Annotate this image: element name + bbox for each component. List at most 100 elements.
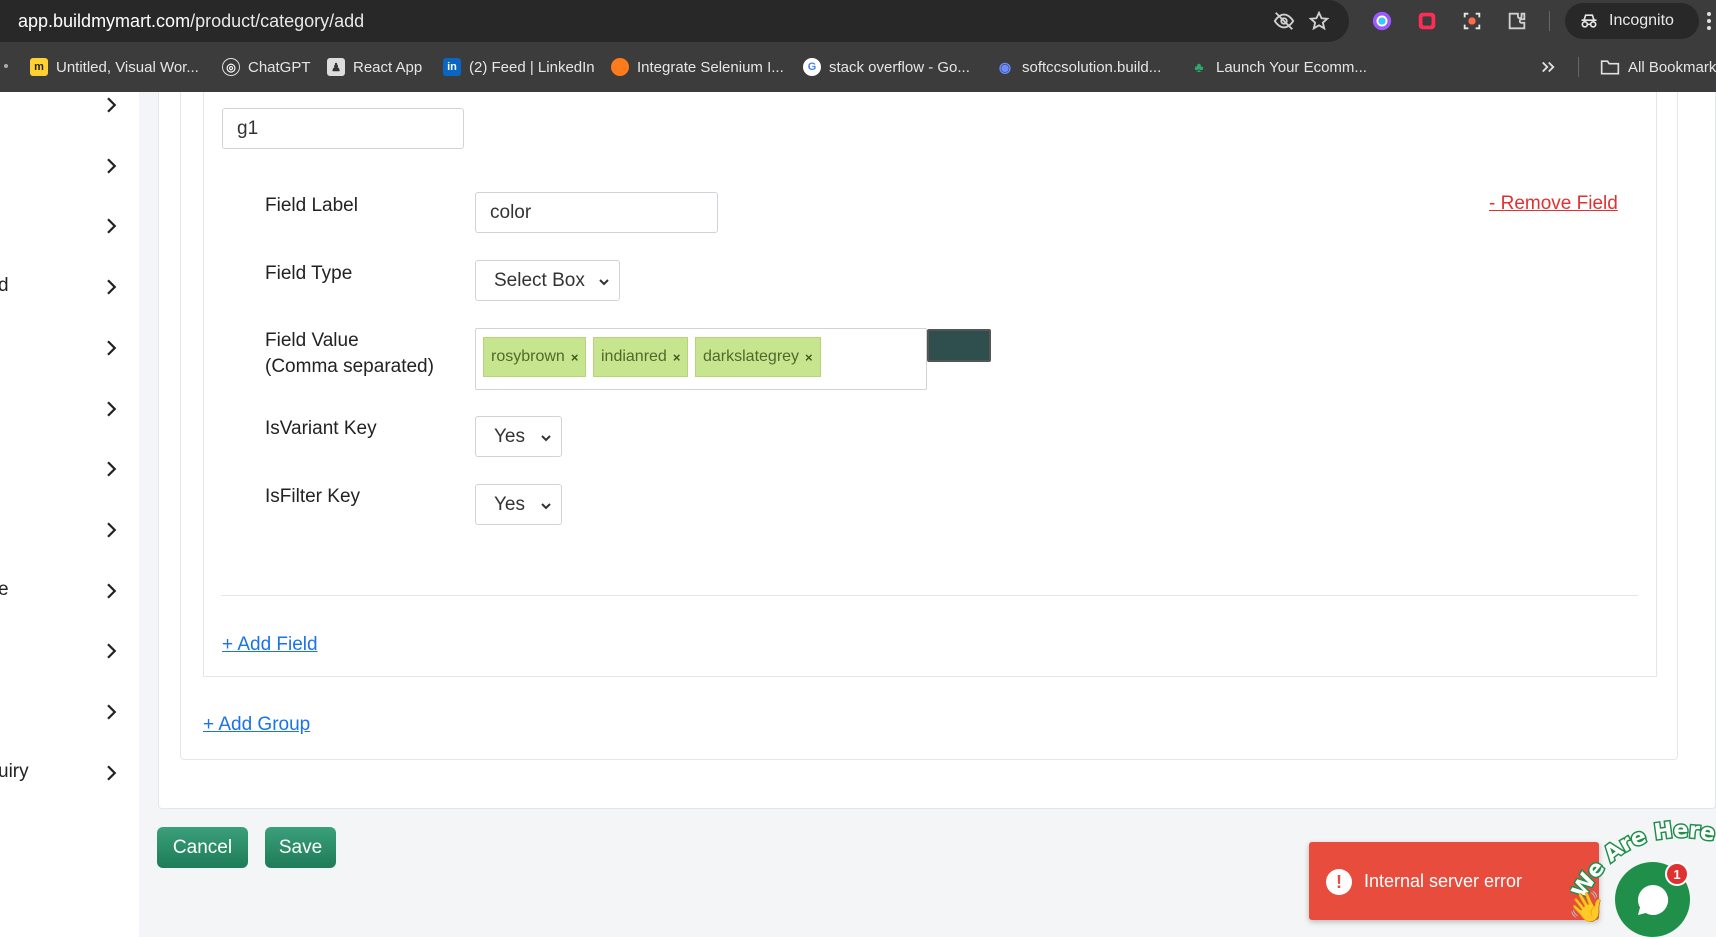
bookmark-label: softccsolution.build...	[1022, 58, 1162, 76]
bookmark-label: React App	[353, 58, 423, 76]
sidebar-item[interactable]	[0, 328, 139, 368]
bookmark-label: stack overflow - Go...	[829, 58, 970, 76]
field-label-input[interactable]: color	[475, 192, 718, 233]
bookmark-label: Launch Your Ecomm...	[1216, 58, 1367, 76]
incognito-icon	[1581, 14, 1597, 28]
bookmark-item[interactable]: G stack overflow - Go...	[803, 56, 970, 78]
browser-menu-icon[interactable]	[1706, 9, 1716, 33]
cancel-button[interactable]: Cancel	[157, 827, 248, 868]
group-panel	[203, 92, 1657, 677]
browser-address-bar: app.buildmymart.com/product/category/add…	[0, 0, 1716, 42]
sidebar-item-label: d	[0, 275, 9, 296]
value-tag: rosybrown ×	[483, 337, 587, 377]
shop-icon: ♣	[1190, 58, 1208, 76]
sidebar-item[interactable]: e	[0, 571, 139, 611]
field-value-tag-input[interactable]: rosybrown × indianred × darkslategrey ×	[475, 328, 927, 390]
is-filter-key-select[interactable]: Yes	[475, 484, 562, 525]
field-type-value: Select Box	[494, 270, 585, 291]
save-button[interactable]: Save	[265, 827, 336, 868]
extensions-puzzle-icon[interactable]	[1505, 9, 1529, 33]
sidebar-item[interactable]	[0, 389, 139, 429]
chevron-down-icon	[541, 435, 551, 442]
bookmark-item[interactable]: ♣ Launch Your Ecomm...	[1190, 56, 1367, 78]
sidebar: d e uiry	[0, 92, 139, 937]
tag-remove-icon[interactable]: ×	[673, 350, 681, 365]
chevron-right-icon	[107, 461, 117, 477]
bookmark-item[interactable]: ◉ softccsolution.build...	[996, 56, 1161, 78]
eye-off-icon[interactable]	[1272, 9, 1296, 33]
bookmark-label: ChatGPT	[248, 58, 311, 76]
sidebar-item[interactable]: uiry	[0, 753, 139, 793]
chevron-right-icon	[107, 522, 117, 538]
is-variant-key-value: Yes	[494, 426, 525, 447]
chevron-right-icon	[107, 765, 117, 781]
google-icon: G	[803, 58, 821, 76]
is-filter-key-value: Yes	[494, 494, 525, 515]
section-divider	[221, 595, 1638, 596]
chevron-right-icon	[107, 97, 117, 113]
incognito-button[interactable]: Incognito	[1565, 3, 1699, 39]
bookmark-item[interactable]: Integrate Selenium I...	[611, 56, 784, 78]
url-text[interactable]: app.buildmymart.com/product/category/add	[18, 11, 364, 32]
url-field[interactable]: app.buildmymart.com/product/category/add	[0, 0, 1349, 42]
bookmark-item[interactable]: in (2) Feed | LinkedIn	[443, 56, 595, 78]
sidebar-item[interactable]: d	[0, 267, 139, 307]
chat-notification-badge: 1	[1665, 862, 1689, 886]
chevron-right-icon	[107, 158, 117, 174]
group-name-input[interactable]: g1	[222, 108, 464, 149]
chevron-right-icon	[107, 401, 117, 417]
chat-icon	[1637, 884, 1668, 915]
globe-icon: ◉	[996, 58, 1014, 76]
all-bookmarks-button[interactable]: All Bookmarks	[1600, 56, 1716, 78]
bookmarks-overflow-icon[interactable]	[1539, 56, 1557, 78]
toolbar-separator	[1549, 11, 1550, 31]
bookmark-item[interactable]: m Untitled, Visual Wor...	[30, 56, 199, 78]
bookmarks-bar: m Untitled, Visual Wor... ◎ ChatGPT ♟ Re…	[0, 42, 1716, 92]
chevron-down-icon	[541, 503, 551, 510]
add-group-link[interactable]: + Add Group	[203, 714, 310, 736]
field-type-label: Field Type	[265, 263, 353, 284]
sidebar-item-label: e	[0, 579, 9, 600]
chatgpt-icon: ◎	[222, 58, 240, 76]
field-label-label: Field Label	[265, 195, 358, 216]
extension-color-icon[interactable]	[1370, 9, 1394, 33]
tag-remove-icon[interactable]: ×	[571, 350, 579, 365]
is-variant-key-select[interactable]: Yes	[475, 416, 562, 457]
sidebar-item[interactable]	[0, 510, 139, 550]
extension-capture-icon[interactable]	[1460, 9, 1484, 33]
value-tag-label: indianred	[601, 348, 667, 365]
sidebar-item[interactable]	[0, 692, 139, 732]
all-bookmarks-label: All Bookmarks	[1628, 58, 1716, 76]
tag-remove-icon[interactable]: ×	[805, 350, 813, 365]
add-field-link[interactable]: + Add Field	[222, 634, 318, 656]
bookmark-item[interactable]: ♟ React App	[327, 56, 422, 78]
field-value-label-line1: Field Value	[265, 330, 359, 351]
star-icon[interactable]	[1307, 9, 1331, 33]
sidebar-item[interactable]	[0, 206, 139, 246]
sidebar-item-label: uiry	[0, 761, 29, 782]
error-toast[interactable]: ! Internal server error	[1309, 842, 1599, 920]
color-picker-swatch[interactable]	[927, 329, 991, 362]
bookmark-label: Untitled, Visual Wor...	[56, 58, 199, 76]
sidebar-item[interactable]	[0, 146, 139, 186]
chevron-right-icon	[107, 643, 117, 659]
app-root: app.buildmymart.com/product/category/add…	[0, 0, 1716, 937]
is-filter-key-label: IsFilter Key	[265, 486, 361, 507]
waving-hand-icon: 👋	[1568, 891, 1606, 924]
extension-square-icon[interactable]	[1415, 9, 1439, 33]
chevron-right-icon	[107, 340, 117, 356]
sidebar-item[interactable]	[0, 85, 139, 125]
firefox-icon	[611, 58, 629, 76]
sidebar-item[interactable]	[0, 449, 139, 489]
field-type-select[interactable]: Select Box	[475, 260, 620, 301]
chevron-right-icon	[107, 279, 117, 295]
sidebar-item[interactable]	[0, 631, 139, 671]
chevron-right-icon	[107, 704, 117, 720]
remove-field-link[interactable]: - Remove Field	[1489, 193, 1618, 215]
chevron-down-icon	[599, 279, 609, 286]
field-value-label-line2: (Comma separated)	[265, 356, 434, 377]
bookmark-label: Integrate Selenium I...	[637, 58, 784, 76]
chevron-right-icon	[107, 218, 117, 234]
value-tag-label: darkslategrey	[703, 348, 800, 365]
bookmark-item[interactable]: ◎ ChatGPT	[222, 56, 311, 78]
